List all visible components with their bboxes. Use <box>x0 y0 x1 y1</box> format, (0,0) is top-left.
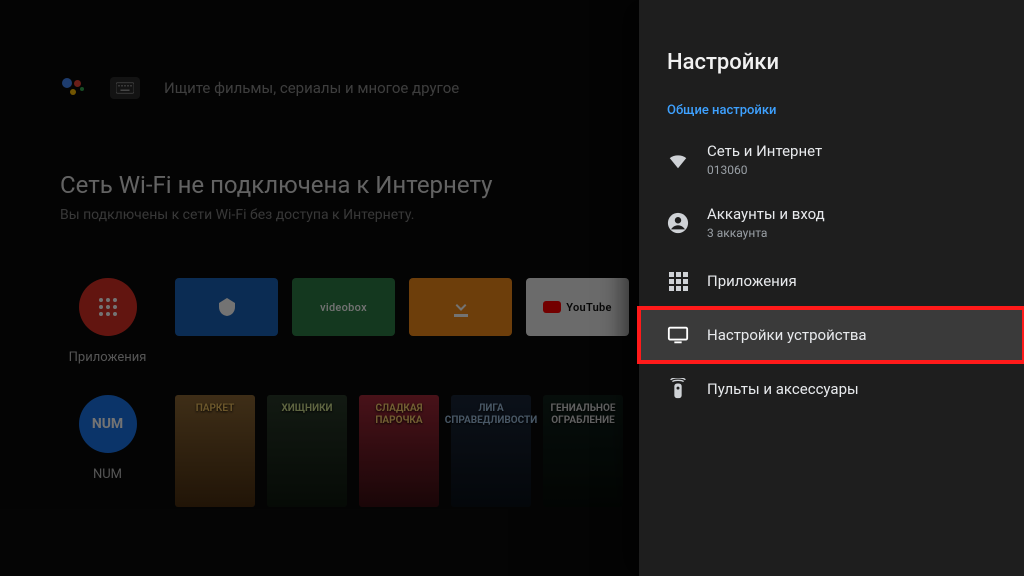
setting-accounts[interactable]: Аккаунты и вход 3 аккаунта <box>639 191 1024 254</box>
panel-section-label: Общие настройки <box>639 99 1024 128</box>
apps-row-icon[interactable] <box>79 278 137 336</box>
app-tile[interactable] <box>409 278 512 336</box>
poster[interactable]: ГЕНИАЛЬНОЕ ОГРАБЛЕНИЕ <box>543 395 623 507</box>
tv-icon <box>667 324 689 346</box>
assistant-hint[interactable]: Ищите фильмы, сериалы и многое другое <box>164 79 459 97</box>
poster[interactable]: ХИЩНИКИ <box>267 395 347 507</box>
poster[interactable]: СЛАДКАЯ ПАРОЧКА <box>359 395 439 507</box>
account-icon <box>667 212 689 234</box>
setting-label: Пульты и аксессуары <box>707 380 859 398</box>
assistant-logo-icon <box>60 75 86 101</box>
setting-apps[interactable]: Приложения <box>639 254 1024 308</box>
setting-device[interactable]: Настройки устройства <box>639 308 1024 362</box>
settings-panel: Настройки Общие настройки Сеть и Интерне… <box>639 0 1024 576</box>
app-tile[interactable]: videobox <box>292 278 395 336</box>
setting-label: Приложения <box>707 272 797 290</box>
panel-title: Настройки <box>639 50 1024 99</box>
app-tile-label: videobox <box>320 301 367 314</box>
setting-remotes[interactable]: Пульты и аксессуары <box>639 362 1024 416</box>
num-row-icon[interactable]: NUM <box>79 395 137 453</box>
app-tile-label: YouTube <box>543 301 611 314</box>
setting-network[interactable]: Сеть и Интернет 013060 <box>639 128 1024 191</box>
poster[interactable]: ЛИГА СПРАВЕДЛИВОСТИ <box>451 395 531 507</box>
setting-label: Настройки устройства <box>707 326 867 344</box>
keyboard-icon[interactable] <box>110 77 140 99</box>
num-row-label: NUM <box>93 467 122 482</box>
remote-icon <box>667 378 689 400</box>
setting-label: Сеть и Интернет <box>707 142 822 160</box>
setting-sub: 3 аккаунта <box>707 226 825 240</box>
poster[interactable]: ПАРКЕТ <box>175 395 255 507</box>
app-tile[interactable] <box>175 278 278 336</box>
wifi-icon <box>667 149 689 171</box>
setting-sub: 013060 <box>707 163 822 177</box>
apps-row-label: Приложения <box>69 350 147 365</box>
app-tile[interactable]: YouTube <box>526 278 629 336</box>
grid-icon <box>667 270 689 292</box>
setting-label: Аккаунты и вход <box>707 205 825 223</box>
